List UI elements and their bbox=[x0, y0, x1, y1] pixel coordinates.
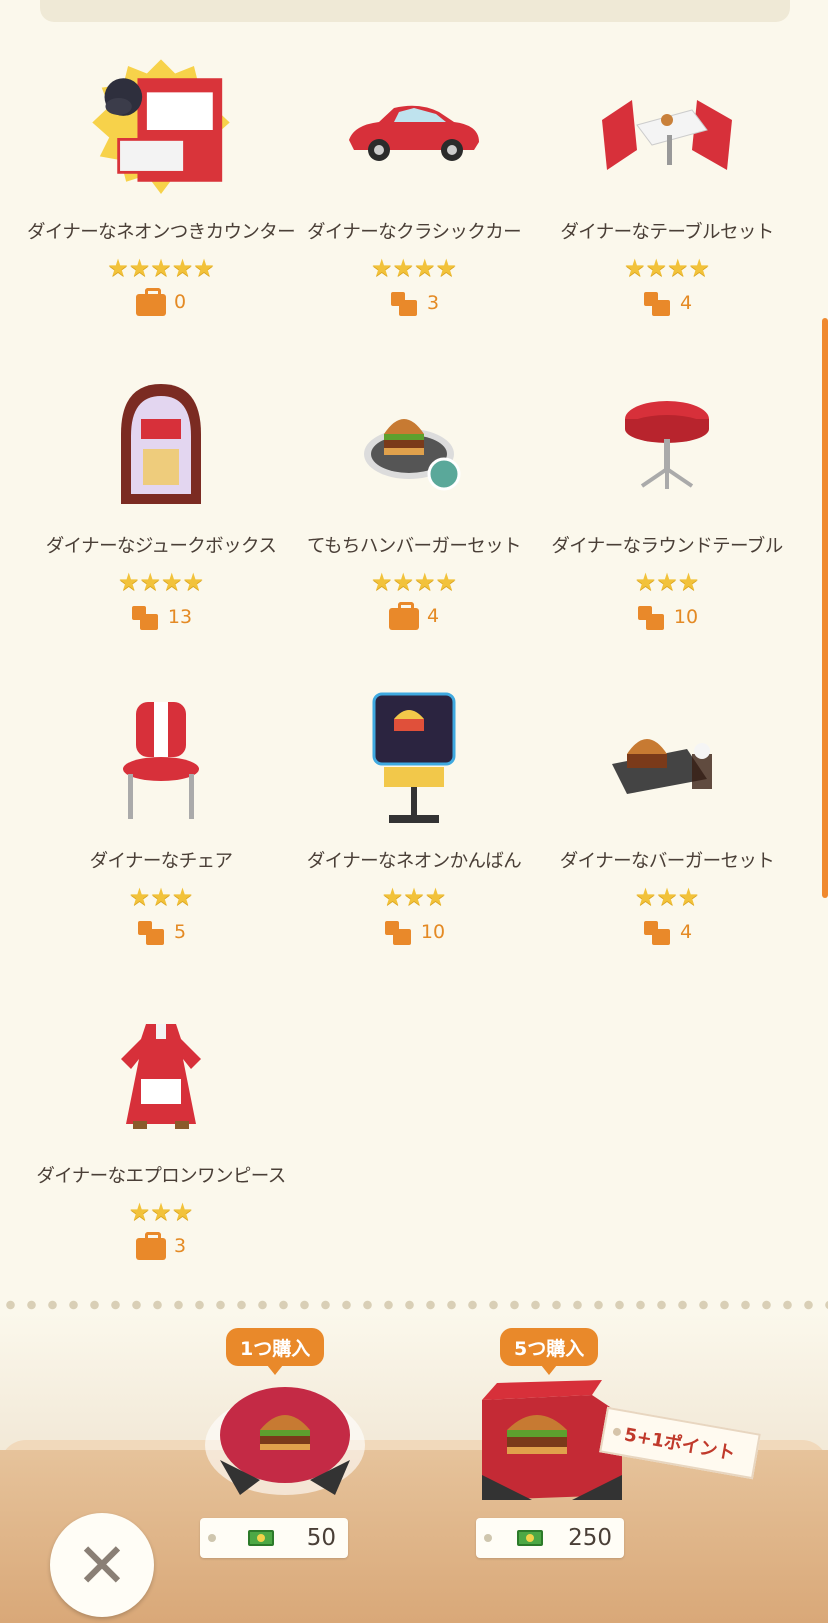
list-item[interactable]: ダイナーなネオンつきカウンター ★★★★★ 0 bbox=[26, 50, 296, 340]
item-rarity-stars: ★★★ bbox=[634, 883, 700, 911]
tag-hole bbox=[208, 1534, 216, 1542]
item-image-chair bbox=[81, 679, 241, 839]
item-count-value: 5 bbox=[173, 921, 187, 943]
list-item[interactable]: ダイナーなラウンドテーブル ★★★ 10 bbox=[536, 364, 798, 654]
item-name: ダイナーなチェア bbox=[89, 851, 233, 872]
scrollbar[interactable] bbox=[822, 318, 828, 898]
list-item[interactable]: ダイナーなエプロンワンピース ★★★ 3 bbox=[30, 994, 292, 1284]
list-item[interactable]: ダイナーなジュークボックス ★★★★ 13 bbox=[30, 364, 292, 654]
item-name: ダイナーなバーガーセット bbox=[559, 851, 775, 872]
item-rarity-stars: ★★★★ bbox=[117, 568, 205, 596]
item-count-value: 13 bbox=[167, 606, 193, 628]
money-icon bbox=[517, 1530, 544, 1546]
furniture-icon bbox=[642, 917, 672, 947]
top-panel-edge bbox=[40, 0, 790, 22]
item-name: ダイナーなエプロンワンピース bbox=[36, 1166, 286, 1187]
item-name: ダイナーなラウンドテーブル bbox=[551, 536, 783, 557]
furniture-icon bbox=[383, 917, 413, 947]
item-count-value: 4 bbox=[679, 921, 693, 943]
item-count: 3 bbox=[389, 288, 439, 318]
close-icon: ✕ bbox=[76, 1528, 128, 1602]
item-count-value: 4 bbox=[679, 292, 693, 314]
furniture-icon bbox=[636, 602, 666, 632]
item-count: 10 bbox=[383, 917, 445, 947]
item-rarity-stars: ★★★ bbox=[128, 883, 194, 911]
item-image-jukebox bbox=[81, 364, 241, 524]
item-image-round-table bbox=[587, 364, 747, 524]
list-item[interactable]: てもちハンバーガーセット ★★★★ 4 bbox=[283, 364, 545, 654]
item-name: てもちハンバーガーセット bbox=[307, 536, 521, 557]
item-image-apron-dress bbox=[81, 994, 241, 1154]
price-five: 250 bbox=[476, 1518, 624, 1558]
item-image-burger-set bbox=[587, 679, 747, 839]
item-count-value: 10 bbox=[673, 606, 699, 628]
furniture-icon bbox=[130, 602, 160, 632]
list-item[interactable]: ダイナーなバーガーセット ★★★ 4 bbox=[536, 679, 798, 969]
suitcase-icon bbox=[135, 1232, 166, 1260]
price-single: 50 bbox=[200, 1518, 348, 1558]
money-icon bbox=[248, 1530, 275, 1546]
item-count: 0 bbox=[135, 288, 187, 316]
item-rarity-stars: ★★★ bbox=[128, 1198, 194, 1226]
item-rarity-stars: ★★★★ bbox=[370, 254, 458, 282]
item-count-value: 4 bbox=[426, 605, 440, 627]
list-item[interactable]: ダイナーなチェア ★★★ 5 bbox=[30, 679, 292, 969]
furniture-icon bbox=[136, 917, 166, 947]
item-count: 4 bbox=[642, 288, 692, 318]
buy-five-label: 5つ購入 bbox=[500, 1328, 599, 1375]
item-count-value: 3 bbox=[173, 1235, 187, 1257]
item-count: 3 bbox=[135, 1232, 187, 1260]
item-count: 4 bbox=[388, 602, 440, 630]
item-rarity-stars: ★★★★ bbox=[623, 254, 711, 282]
item-name: ダイナーなネオンつきカウンター bbox=[26, 222, 296, 243]
buy-five-button[interactable] bbox=[462, 1375, 632, 1535]
suitcase-icon bbox=[388, 602, 419, 630]
price-value: 50 bbox=[306, 1525, 336, 1551]
list-item[interactable]: ダイナーなネオンかんばん ★★★ 10 bbox=[283, 679, 545, 969]
furniture-icon bbox=[642, 288, 672, 318]
list-item[interactable]: ダイナーなクラシックカー ★★★★ 3 bbox=[283, 50, 545, 340]
item-name: ダイナーなネオンかんばん bbox=[306, 851, 522, 872]
item-name: ダイナーなジュークボックス bbox=[45, 536, 277, 557]
close-button[interactable]: ✕ bbox=[50, 1513, 154, 1617]
item-count: 10 bbox=[636, 602, 698, 632]
item-image-classic-car bbox=[334, 50, 494, 210]
buy-one-button[interactable] bbox=[200, 1380, 370, 1540]
capsule-pack-icon bbox=[205, 1387, 365, 1495]
item-count-value: 3 bbox=[426, 292, 440, 314]
item-count: 5 bbox=[136, 917, 186, 947]
furniture-icon bbox=[389, 288, 419, 318]
item-rarity-stars: ★★★ bbox=[634, 568, 700, 596]
item-image-table-set bbox=[587, 50, 747, 210]
item-image-handheld-burger bbox=[334, 364, 494, 524]
suitcase-icon bbox=[135, 288, 166, 316]
item-name: ダイナーなクラシックカー bbox=[306, 222, 522, 243]
item-count-value: 0 bbox=[173, 291, 187, 313]
item-name: ダイナーなテーブルセット bbox=[560, 222, 774, 243]
list-item[interactable]: ダイナーなテーブルセット ★★★★ 4 bbox=[536, 50, 798, 340]
item-count: 13 bbox=[130, 602, 192, 632]
item-rarity-stars: ★★★ bbox=[381, 883, 447, 911]
tag-hole bbox=[484, 1534, 492, 1542]
price-value: 250 bbox=[568, 1525, 612, 1551]
item-image-neon-sign bbox=[334, 679, 494, 839]
item-image-neon-counter bbox=[81, 50, 241, 210]
dotted-divider bbox=[0, 1300, 828, 1310]
item-count: 4 bbox=[642, 917, 692, 947]
item-rarity-stars: ★★★★ bbox=[370, 568, 458, 596]
item-rarity-stars: ★★★★★ bbox=[107, 254, 215, 282]
buy-one-label: 1つ購入 bbox=[226, 1328, 325, 1375]
item-count-value: 10 bbox=[420, 921, 446, 943]
